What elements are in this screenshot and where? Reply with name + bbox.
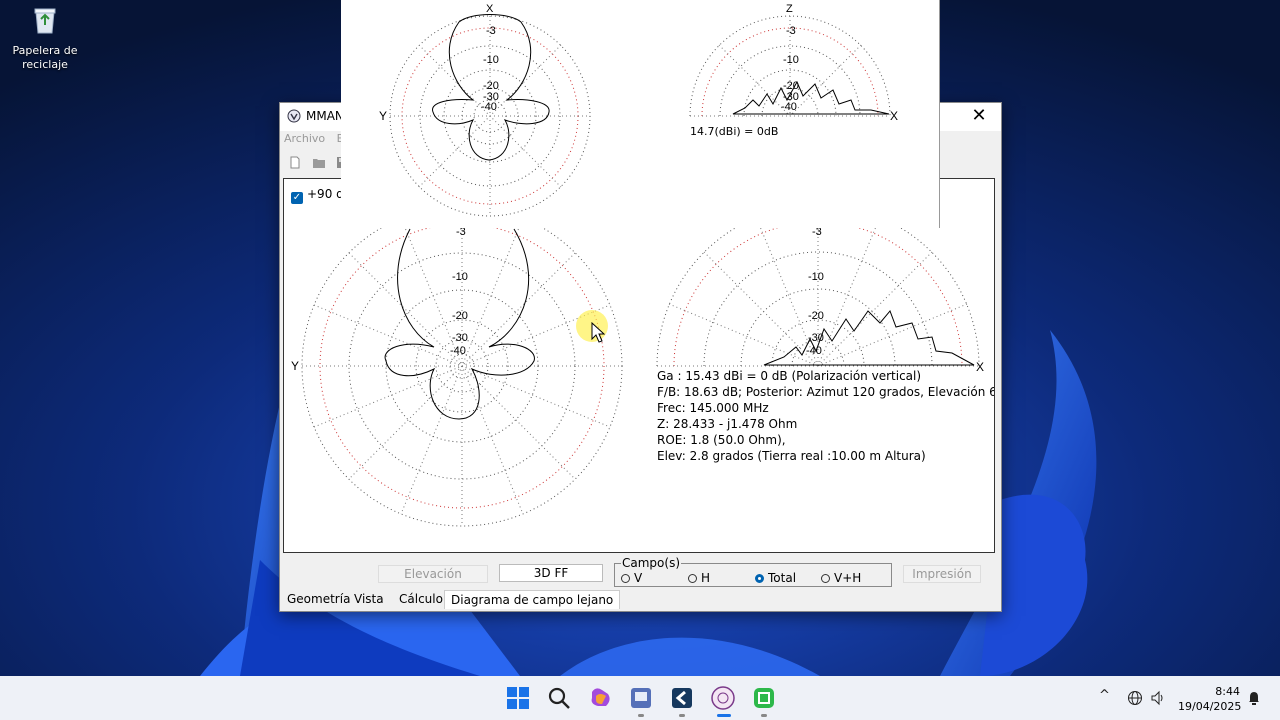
radio-vh-circle <box>821 574 830 583</box>
overlay-plot-window: Y X -3 -10 -20 -30 -40 X Z -3 -10 -20 -30 -40 14… <box>341 0 940 228</box>
info-swr: ROE: 1.8 (50.0 Ohm), <box>657 433 786 447</box>
svg-text:-3: -3 <box>786 25 796 37</box>
window-title: MMAN <box>306 109 344 123</box>
azimuth-polar <box>301 205 623 527</box>
impresion-button[interactable]: Impresión <box>903 565 981 583</box>
close-button[interactable]: ✕ <box>957 103 1001 131</box>
azimuth-pattern <box>384 228 535 420</box>
info-freq: Frec: 145.000 MHz <box>657 401 769 415</box>
info-fb: F/B: 18.63 dB; Posterior: Azimut 120 gra… <box>657 385 995 399</box>
copilot-icon[interactable] <box>586 684 614 712</box>
clock-time: 8:44 <box>1215 685 1240 698</box>
screen-capture-icon[interactable] <box>750 684 778 712</box>
info-elev: Elev: 2.8 grados (Tierra real :10.00 m A… <box>657 449 926 463</box>
radio-v-label: V <box>634 571 643 585</box>
svg-text:-10: -10 <box>783 54 799 66</box>
recycle-bin-label-2: reciclaje <box>22 58 68 71</box>
clock-date: 19/04/2025 <box>1178 700 1242 713</box>
polar-plots: Y -3-10-20-30-40 X -3-10-20-30-40 <box>291 204 984 527</box>
info-gain: Ga : 15.43 dBi = 0 dB (Polarización vert… <box>657 369 922 383</box>
overlay-z-label: Z <box>786 3 793 15</box>
tab-diagrama[interactable]: Diagrama de campo lejano <box>444 590 621 609</box>
elevation-ring-labels: -3-10-20-30-40 <box>806 226 824 357</box>
overlay-x-label: X <box>890 109 898 123</box>
radio-total[interactable]: Total <box>755 571 796 585</box>
kodi-icon[interactable] <box>668 684 696 712</box>
volume-icon[interactable] <box>1150 690 1166 706</box>
info-impedance: Z: 28.433 - j1.478 Ohm <box>657 417 798 431</box>
radio-h[interactable]: H <box>688 571 710 585</box>
svg-text:-40: -40 <box>450 345 466 357</box>
chevron-up-icon[interactable]: ^ <box>1099 688 1110 703</box>
recycle-bin-label-1: Papelera de <box>12 44 78 57</box>
radio-h-label: H <box>701 571 711 585</box>
overlay-y-label: Y <box>379 109 387 123</box>
elevation-pattern <box>763 310 975 366</box>
notifications-icon[interactable] <box>1247 690 1261 706</box>
svg-text:-10: -10 <box>808 271 824 283</box>
antenna-info: Ga : 15.43 dBi = 0 dB (Polarización vert… <box>657 368 995 464</box>
app-running-indicator <box>638 714 644 717</box>
svg-text:-20: -20 <box>808 310 824 322</box>
svg-text:-40: -40 <box>481 101 497 113</box>
overlay-x-top-label: X <box>486 3 494 15</box>
campos-legend: Campo(s) <box>621 556 681 570</box>
radio-h-circle <box>688 574 697 583</box>
recycle-bin-icon <box>34 8 56 34</box>
active-app-indicator <box>717 714 731 717</box>
search-icon[interactable] <box>545 684 573 712</box>
far-field-plot-area: ✓ +90 dg Y -3 -10-20 -30 -40 X -3 -10 -2… <box>283 178 995 553</box>
antenna-app-icon[interactable] <box>709 684 737 712</box>
radio-vh[interactable]: V+H <box>821 571 861 585</box>
new-file-icon[interactable] <box>288 156 302 169</box>
svg-text:-30: -30 <box>452 332 468 344</box>
svg-text:-40: -40 <box>806 345 822 357</box>
radio-v[interactable]: V <box>621 571 642 585</box>
campos-group: Campo(s) V H Total V+H <box>614 556 892 587</box>
azimuth-y-label: Y <box>291 359 299 373</box>
elevacion-button[interactable]: Elevación <box>378 565 488 583</box>
3d-ff-button[interactable]: 3D FF <box>499 564 603 582</box>
tab-geometria[interactable]: Geometría <box>287 592 350 606</box>
taskbar: ^ <box>0 676 1280 720</box>
tab-vista[interactable]: Vista <box>354 592 384 606</box>
app-running-indicator <box>761 714 767 717</box>
mouse-pointer-icon <box>591 322 605 343</box>
radio-v-circle <box>621 574 630 583</box>
app-running-indicator <box>679 714 685 717</box>
recycle-bin[interactable]: Papelera de reciclaje <box>8 6 82 72</box>
radio-total-label: Total <box>768 571 797 585</box>
svg-text:-30: -30 <box>808 332 824 344</box>
svg-text:-20: -20 <box>452 310 468 322</box>
mmana-taskbar-icon[interactable] <box>627 684 655 712</box>
svg-text:-3: -3 <box>486 25 496 37</box>
svg-text:-40: -40 <box>781 101 797 113</box>
svg-text:-10: -10 <box>452 271 468 283</box>
svg-text:-10: -10 <box>483 54 499 66</box>
system-clock[interactable]: 8:44 19/04/2025 <box>1178 684 1242 714</box>
windows-start-icon[interactable] <box>504 684 532 712</box>
overlay-azimuth-polar <box>389 15 591 217</box>
network-icon[interactable] <box>1127 690 1143 706</box>
azimuth-ring-labels: -3-10-20-30-40 <box>450 226 468 357</box>
overlay-gain-note: 14.7(dBi) = 0dB <box>690 125 779 138</box>
mmana-app-icon <box>287 109 301 123</box>
radio-vh-label: V+H <box>834 571 862 585</box>
radio-total-circle <box>755 574 764 583</box>
overlay-plots: Y X -3-10-20-30-40 X Z -3-10-20-30-40 <box>379 3 898 217</box>
menu-archivo[interactable]: Archivo <box>284 132 325 145</box>
tab-calculo[interactable]: Cálculo <box>399 592 443 606</box>
open-folder-icon[interactable] <box>312 156 326 169</box>
